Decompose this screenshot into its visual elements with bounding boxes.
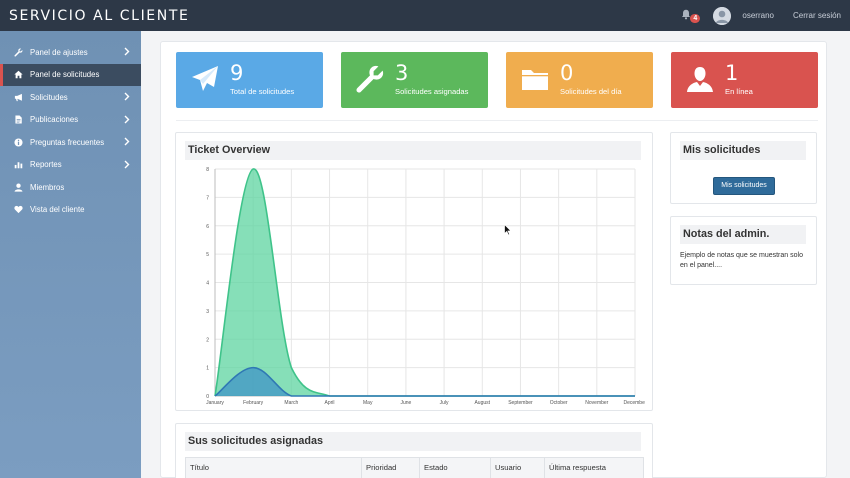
stat-label: Total de solicitudes <box>230 87 295 96</box>
y-tick-label: 5 <box>206 252 209 258</box>
user-icon <box>14 183 23 192</box>
x-tick-label: June <box>400 400 411 405</box>
sidebar-item-label: Reportes <box>30 160 62 170</box>
x-tick-label: March <box>284 400 298 405</box>
notas-admin-panel: Notas del admin. Ejemplo de notas que se… <box>670 216 817 285</box>
assigned-requests-panel: Sus solicitudes asignadas Título Priorid… <box>175 423 653 478</box>
x-tick-label: February <box>243 400 264 405</box>
sidebar-item-label: Solicitudes <box>30 92 68 102</box>
wrench-icon <box>14 48 23 57</box>
y-tick-label: 6 <box>206 224 209 230</box>
chevron-right-icon <box>124 92 130 101</box>
stat-value: 1 <box>725 61 739 85</box>
sidebar-item-solicitudes[interactable]: Solicitudes <box>0 86 141 109</box>
megaphone-icon <box>14 93 23 102</box>
y-tick-label: 2 <box>206 337 209 343</box>
sidebar-item-panel-de-ajustes[interactable]: Panel de ajustes <box>0 41 141 64</box>
chevron-right-icon <box>124 137 130 146</box>
y-tick-label: 8 <box>206 167 209 173</box>
stat-card-total[interactable]: 9 Total de solicitudes <box>176 52 323 108</box>
sidebar-item-reportes[interactable]: Reportes <box>0 154 141 177</box>
logout-link[interactable]: Cerrar sesión <box>793 11 841 20</box>
panel-title: Mis solicitudes <box>680 141 806 160</box>
sidebar-item-label: Publicaciones <box>30 115 79 125</box>
assigned-requests-table: Título Prioridad Estado Usuario Última r… <box>185 457 644 478</box>
info-icon <box>14 138 23 147</box>
home-icon <box>14 70 23 79</box>
stat-card-asignadas[interactable]: 3 Solicitudes asignadas <box>341 52 488 108</box>
sidebar-item-label: Preguntas frecuentes <box>30 137 105 147</box>
mis-solicitudes-button[interactable]: Mis solicitudes <box>713 177 775 195</box>
mouse-cursor-icon <box>504 224 512 236</box>
wrench-icon <box>356 65 384 93</box>
x-tick-label: May <box>363 400 373 405</box>
sidebar-item-publicaciones[interactable]: Publicaciones <box>0 109 141 132</box>
mis-solicitudes-panel: Mis solicitudes Mis solicitudes <box>670 132 817 204</box>
panel-title: Sus solicitudes asignadas <box>185 432 641 451</box>
user-icon <box>687 67 713 92</box>
file-icon <box>14 115 23 124</box>
sidebar-item-label: Vista del cliente <box>30 205 85 215</box>
x-tick-label: January <box>206 400 224 405</box>
sidebar: Panel de ajustes Panel de solicitudes So… <box>0 31 141 478</box>
column-header-titulo[interactable]: Título <box>186 458 362 478</box>
divider <box>176 120 818 121</box>
sidebar-item-preguntas-frecuentes[interactable]: Preguntas frecuentes <box>0 131 141 154</box>
sidebar-item-vista-del-cliente[interactable]: Vista del cliente <box>0 199 141 222</box>
chevron-right-icon <box>124 47 130 56</box>
stat-value: 9 <box>230 61 244 85</box>
top-bar: SERVICIO AL CLIENTE 4 oserrano Cerrar se… <box>0 0 850 31</box>
y-tick-label: 7 <box>206 195 209 201</box>
username[interactable]: oserrano <box>742 11 774 20</box>
stat-value: 3 <box>395 61 409 85</box>
sidebar-item-panel-de-solicitudes[interactable]: Panel de solicitudes <box>0 63 141 86</box>
sidebar-item-label: Panel de ajustes <box>30 47 88 57</box>
main-content: 9 Total de solicitudes 3 Solicitudes asi… <box>160 41 827 478</box>
stat-card-en-linea[interactable]: 1 En línea <box>671 52 818 108</box>
x-tick-label: July <box>440 400 449 405</box>
x-tick-label: September <box>508 400 533 405</box>
x-tick-label: October <box>550 400 568 405</box>
panel-title: Ticket Overview <box>185 141 641 160</box>
ticket-overview-panel: Ticket Overview 0 1 2 3 4 5 6 7 8 January February… <box>175 132 653 411</box>
admin-notes-text: Ejemplo de notas que se muestran solo en… <box>680 252 803 269</box>
y-tick-label: 3 <box>206 309 209 315</box>
column-header-prioridad[interactable]: Prioridad <box>362 458 420 478</box>
column-header-estado[interactable]: Estado <box>420 458 491 478</box>
y-tick-label: 4 <box>206 281 209 287</box>
stat-label: Solicitudes del día <box>560 87 622 96</box>
folder-icon <box>522 70 548 90</box>
chevron-right-icon <box>124 160 130 168</box>
sidebar-item-label: Miembros <box>30 182 65 192</box>
stat-label: Solicitudes asignadas <box>395 87 469 96</box>
ticket-overview-chart: 0 1 2 3 4 5 6 7 8 January February March April May Jun… <box>185 163 647 406</box>
x-tick-label: November <box>585 400 608 405</box>
top-right-controls: 4 oserrano Cerrar sesión <box>681 0 850 31</box>
avatar[interactable] <box>713 6 732 25</box>
stat-label: En línea <box>725 87 753 96</box>
app-title[interactable]: SERVICIO AL CLIENTE <box>9 8 189 24</box>
y-tick-label: 1 <box>206 366 209 372</box>
user-avatar-icon <box>713 6 732 25</box>
paper-plane-icon <box>192 66 218 91</box>
column-header-ultima-respuesta[interactable]: Última respuesta <box>545 458 643 478</box>
notifications-button[interactable]: 4 <box>681 6 701 26</box>
sidebar-item-label: Panel de solicitudes <box>30 70 100 80</box>
chart-svg: 012345678January February March April May Jun… <box>206 167 647 406</box>
x-tick-label: April <box>325 400 335 405</box>
x-tick-label: August <box>474 400 490 405</box>
heart-icon <box>14 205 23 214</box>
sidebar-item-miembros[interactable]: Miembros <box>0 176 141 199</box>
stat-card-del-dia[interactable]: 0 Solicitudes del día <box>506 52 653 108</box>
panel-title: Notas del admin. <box>680 225 806 244</box>
column-header-usuario[interactable]: Usuario <box>491 458 545 478</box>
notification-badge: 4 <box>690 13 701 23</box>
bar-chart-icon <box>14 160 23 169</box>
chevron-right-icon <box>124 115 130 123</box>
stat-value: 0 <box>560 61 574 85</box>
x-tick-label: December <box>623 400 645 405</box>
